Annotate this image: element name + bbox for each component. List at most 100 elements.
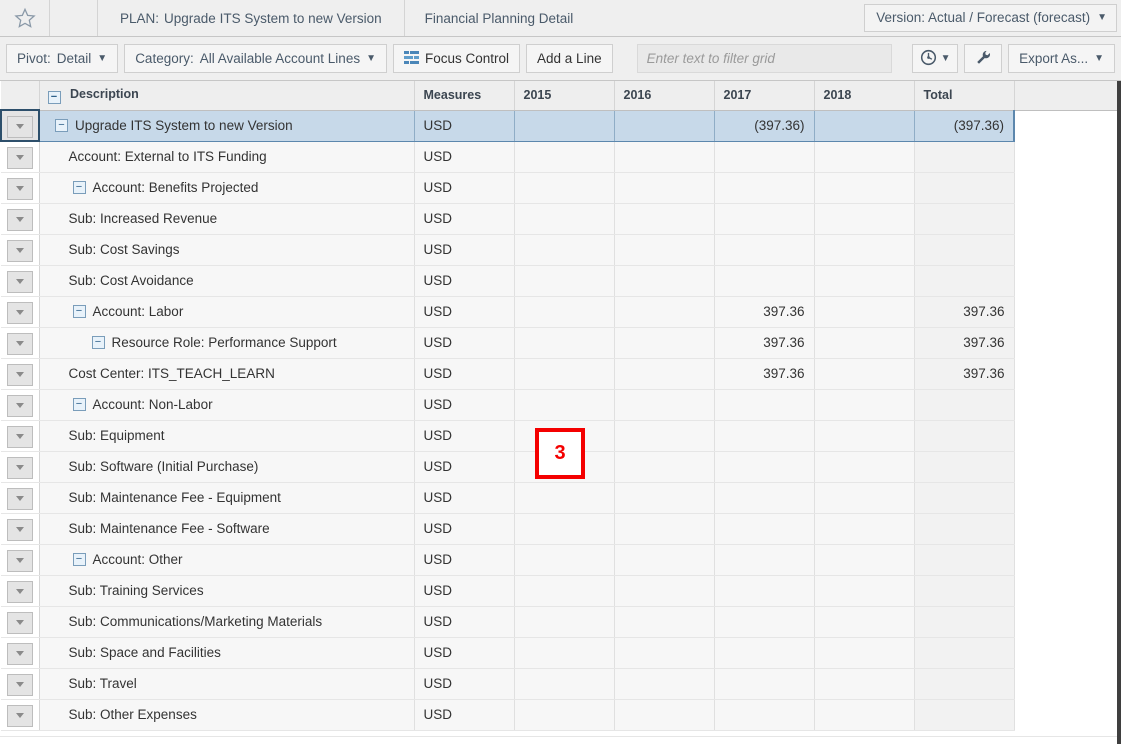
row-y2017-cell[interactable] — [714, 141, 815, 173]
row-y2016-cell[interactable] — [614, 234, 715, 266]
row-measures-cell[interactable]: USD — [414, 109, 515, 142]
row-description-cell[interactable]: Sub: Other Expenses — [39, 699, 415, 731]
column-header-2015[interactable]: 2015 — [514, 81, 615, 111]
table-row[interactable]: Sub: Other Expenses USD — [1, 699, 1118, 731]
row-collapse-icon[interactable]: − — [55, 119, 68, 132]
grid-filter-input[interactable] — [636, 44, 892, 73]
row-total-cell[interactable] — [914, 172, 1015, 204]
row-y2018-cell[interactable] — [814, 234, 915, 266]
row-y2018-cell[interactable] — [814, 451, 915, 483]
row-measures-cell[interactable]: USD — [414, 389, 515, 421]
row-collapse-icon[interactable]: − — [72, 553, 86, 566]
row-menu-cell[interactable] — [1, 265, 40, 297]
row-y2016-cell[interactable] — [614, 203, 715, 235]
row-menu-button[interactable] — [6, 146, 33, 169]
category-dropdown[interactable]: Category: All Available Account Lines ▼ — [124, 44, 387, 73]
row-description-cell[interactable]: Sub: Cost Savings — [39, 234, 415, 266]
row-total-cell[interactable]: 397.36 — [914, 358, 1015, 390]
row-y2017-cell[interactable] — [714, 513, 815, 545]
row-y2015-cell[interactable] — [514, 544, 615, 576]
row-y2018-cell[interactable] — [814, 389, 915, 421]
row-y2017-cell[interactable]: (397.36) — [714, 109, 815, 142]
row-menu-cell[interactable] — [1, 575, 40, 607]
pivot-dropdown[interactable]: Pivot: Detail ▼ — [6, 44, 119, 73]
row-menu-button[interactable] — [6, 301, 33, 324]
row-y2016-cell[interactable] — [614, 265, 715, 297]
row-measures-cell[interactable]: USD — [414, 668, 515, 700]
row-collapse-icon[interactable]: − — [72, 398, 86, 411]
row-y2018-cell[interactable] — [814, 265, 915, 297]
row-measures-cell[interactable]: USD — [414, 637, 515, 669]
row-y2016-cell[interactable] — [614, 389, 715, 421]
row-total-cell[interactable]: 397.36 — [914, 327, 1015, 359]
favorite-star-button[interactable] — [0, 0, 50, 36]
row-menu-button[interactable] — [6, 363, 33, 386]
row-measures-cell[interactable]: USD — [414, 575, 515, 607]
row-description-cell[interactable]: Sub: Equipment — [39, 420, 415, 452]
row-y2016-cell[interactable] — [614, 637, 715, 669]
row-collapse-icon[interactable]: − — [72, 305, 86, 318]
row-y2015-cell[interactable] — [514, 327, 615, 359]
row-description-cell[interactable]: Account: External to ITS Funding — [39, 141, 415, 173]
row-menu-cell[interactable] — [1, 358, 40, 390]
table-row[interactable]: Sub: Cost Avoidance USD — [1, 265, 1118, 297]
row-measures-cell[interactable]: USD — [414, 451, 515, 483]
row-y2017-cell[interactable] — [714, 451, 815, 483]
row-y2018-cell[interactable] — [814, 172, 915, 204]
row-total-cell[interactable] — [914, 265, 1015, 297]
version-selector[interactable]: Version: Actual / Forecast (forecast) ▼ — [864, 4, 1117, 32]
row-y2015-cell[interactable] — [514, 141, 615, 173]
row-menu-button[interactable] — [6, 673, 33, 696]
row-y2017-cell[interactable] — [714, 389, 815, 421]
table-row[interactable]: − Account: Benefits Projected USD — [1, 172, 1118, 204]
row-y2018-cell[interactable] — [814, 358, 915, 390]
row-y2017-cell[interactable] — [714, 203, 815, 235]
collapse-all-icon[interactable]: − — [47, 90, 61, 104]
column-header-description[interactable]: − Description — [39, 81, 415, 111]
row-menu-button[interactable] — [6, 208, 33, 231]
row-menu-button[interactable] — [6, 704, 33, 727]
row-total-cell[interactable] — [914, 420, 1015, 452]
row-y2018-cell[interactable] — [814, 699, 915, 731]
row-menu-cell[interactable] — [1, 203, 40, 235]
column-header-2016[interactable]: 2016 — [614, 81, 715, 111]
row-total-cell[interactable] — [914, 451, 1015, 483]
row-menu-cell[interactable] — [1, 296, 40, 328]
row-y2018-cell[interactable] — [814, 203, 915, 235]
row-y2018-cell[interactable] — [814, 327, 915, 359]
table-row[interactable]: − Resource Role: Performance Support USD 39… — [1, 327, 1118, 359]
table-row[interactable]: Sub: Cost Savings USD — [1, 234, 1118, 266]
row-menu-cell[interactable] — [1, 327, 40, 359]
row-y2015-cell[interactable] — [514, 265, 615, 297]
row-y2017-cell[interactable]: 397.36 — [714, 296, 815, 328]
row-menu-cell[interactable] — [0, 109, 40, 142]
row-total-cell[interactable] — [914, 668, 1015, 700]
table-row[interactable]: Cost Center: ITS_TEACH_LEARN USD 397.36 397… — [1, 358, 1118, 390]
row-description-cell[interactable]: − Resource Role: Performance Support — [39, 327, 415, 359]
row-y2015-cell[interactable] — [514, 699, 615, 731]
row-menu-cell[interactable] — [1, 172, 40, 204]
row-description-cell[interactable]: Sub: Travel — [39, 668, 415, 700]
row-description-cell[interactable]: Sub: Training Services — [39, 575, 415, 607]
row-y2016-cell[interactable] — [614, 544, 715, 576]
row-total-cell[interactable] — [914, 203, 1015, 235]
column-header-measures[interactable]: Measures — [414, 81, 515, 111]
row-y2016-cell[interactable] — [614, 420, 715, 452]
row-menu-button[interactable] — [6, 611, 33, 634]
row-total-cell[interactable] — [914, 544, 1015, 576]
row-total-cell[interactable]: (397.36) — [914, 109, 1015, 142]
row-measures-cell[interactable]: USD — [414, 606, 515, 638]
row-menu-button[interactable] — [6, 177, 33, 200]
row-y2016-cell[interactable] — [614, 668, 715, 700]
history-dropdown-button[interactable]: ▼ — [912, 44, 959, 73]
row-menu-cell[interactable] — [1, 451, 40, 483]
row-measures-cell[interactable]: USD — [414, 513, 515, 545]
row-measures-cell[interactable]: USD — [414, 265, 515, 297]
table-row[interactable]: Sub: Training Services USD — [1, 575, 1118, 607]
row-measures-cell[interactable]: USD — [414, 296, 515, 328]
row-y2017-cell[interactable] — [714, 265, 815, 297]
row-y2016-cell[interactable] — [614, 606, 715, 638]
row-menu-cell[interactable] — [1, 420, 40, 452]
row-total-cell[interactable] — [914, 389, 1015, 421]
row-y2016-cell[interactable] — [614, 699, 715, 731]
